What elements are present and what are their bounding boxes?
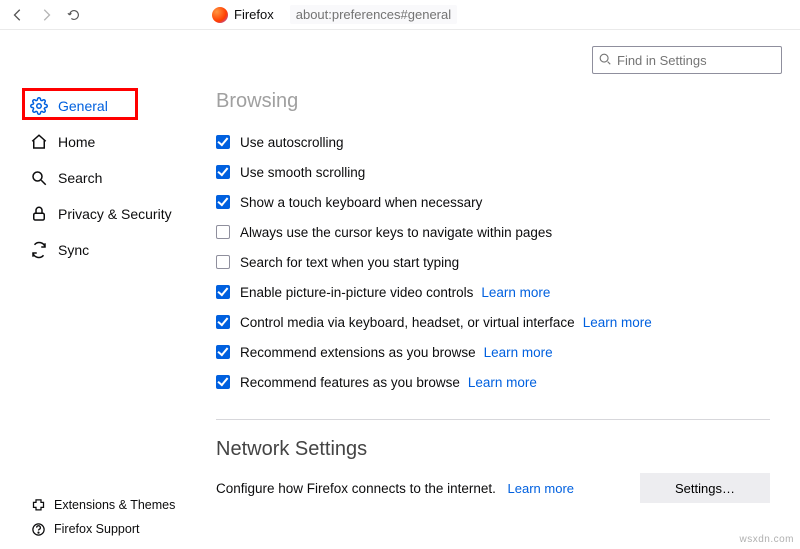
- watermark: wsxdn.com: [739, 534, 794, 545]
- network-row: Configure how Firefox connects to the in…: [216, 473, 770, 503]
- learn-more-link[interactable]: Learn more: [484, 345, 553, 360]
- browsing-option-row: Control media via keyboard, headset, or …: [216, 307, 770, 337]
- forward-button[interactable]: [36, 5, 56, 25]
- sidebar-item-home[interactable]: Home: [22, 126, 200, 158]
- checkbox-label: Always use the cursor keys to navigate w…: [240, 225, 552, 240]
- checkbox-label: Recommend features as you browse: [240, 375, 460, 390]
- content: Browsing Use autoscrolling Use smooth scr…: [200, 30, 800, 549]
- checkbox[interactable]: [216, 225, 230, 239]
- checkbox[interactable]: [216, 195, 230, 209]
- sidebar-item-label: Sync: [58, 242, 89, 258]
- browsing-option-row: Enable picture-in-picture video controls…: [216, 277, 770, 307]
- browsing-option-row: Use smooth scrolling: [216, 157, 770, 187]
- address-url: about:preferences#general: [290, 5, 457, 24]
- puzzle-icon: [30, 497, 46, 513]
- sidebar: General Home Search Privacy & Security S: [0, 30, 200, 549]
- browsing-option-row: Recommend features as you browse Learn mo…: [216, 367, 770, 397]
- browsing-option-row: Show a touch keyboard when necessary: [216, 187, 770, 217]
- sidebar-item-general[interactable]: General: [22, 90, 200, 122]
- page: General Home Search Privacy & Security S: [0, 30, 800, 549]
- browsing-options: Use autoscrolling Use smooth scrolling Sho…: [216, 127, 770, 397]
- checkbox[interactable]: [216, 315, 230, 329]
- checkbox-label: Show a touch keyboard when necessary: [240, 195, 482, 210]
- section-divider: [216, 419, 770, 420]
- browsing-option-row: Recommend extensions as you browse Learn …: [216, 337, 770, 367]
- sidebar-item-privacy[interactable]: Privacy & Security: [22, 198, 200, 230]
- gear-icon: [30, 97, 48, 115]
- checkbox-label: Use autoscrolling: [240, 135, 344, 150]
- checkbox-label: Search for text when you start typing: [240, 255, 459, 270]
- address-app-label: Firefox: [234, 7, 274, 22]
- lock-icon: [30, 205, 48, 223]
- question-icon: [30, 521, 46, 537]
- learn-more-link[interactable]: Learn more: [468, 375, 537, 390]
- checkbox[interactable]: [216, 345, 230, 359]
- checkbox-label: Use smooth scrolling: [240, 165, 365, 180]
- network-description: Configure how Firefox connects to the in…: [216, 481, 496, 496]
- browsing-option-row: Always use the cursor keys to navigate w…: [216, 217, 770, 247]
- checkbox-label: Enable picture-in-picture video controls: [240, 285, 473, 300]
- sidebar-bottom-label: Extensions & Themes: [54, 498, 175, 512]
- checkbox-label: Control media via keyboard, headset, or …: [240, 315, 575, 330]
- network-settings-button[interactable]: Settings…: [640, 473, 770, 503]
- browser-toolbar: Firefox about:preferences#general: [0, 0, 800, 30]
- sidebar-item-label: General: [58, 98, 108, 114]
- sidebar-item-label: Home: [58, 134, 95, 150]
- sidebar-bottom-label: Firefox Support: [54, 522, 139, 536]
- sidebar-item-label: Privacy & Security: [58, 206, 172, 222]
- network-learn-more-link[interactable]: Learn more: [508, 481, 574, 496]
- checkbox[interactable]: [216, 255, 230, 269]
- sync-icon: [30, 241, 48, 259]
- firefox-support-link[interactable]: Firefox Support: [30, 521, 175, 537]
- learn-more-link[interactable]: Learn more: [481, 285, 550, 300]
- network-section-title: Network Settings: [216, 438, 770, 461]
- back-button[interactable]: [8, 5, 28, 25]
- checkbox[interactable]: [216, 165, 230, 179]
- checkbox[interactable]: [216, 135, 230, 149]
- learn-more-link[interactable]: Learn more: [583, 315, 652, 330]
- browsing-section-title: Browsing: [216, 90, 770, 113]
- checkbox[interactable]: [216, 375, 230, 389]
- checkbox-label: Recommend extensions as you browse: [240, 345, 476, 360]
- sidebar-item-sync[interactable]: Sync: [22, 234, 200, 266]
- firefox-icon: [212, 7, 228, 23]
- browsing-option-row: Search for text when you start typing: [216, 247, 770, 277]
- home-icon: [30, 133, 48, 151]
- magnifier-icon: [30, 169, 48, 187]
- checkbox[interactable]: [216, 285, 230, 299]
- address-bar[interactable]: Firefox about:preferences#general: [212, 5, 457, 24]
- sidebar-item-label: Search: [58, 170, 102, 186]
- extensions-themes-link[interactable]: Extensions & Themes: [30, 497, 175, 513]
- browsing-option-row: Use autoscrolling: [216, 127, 770, 157]
- sidebar-bottom: Extensions & Themes Firefox Support: [30, 497, 175, 537]
- sidebar-item-search[interactable]: Search: [22, 162, 200, 194]
- reload-button[interactable]: [64, 5, 84, 25]
